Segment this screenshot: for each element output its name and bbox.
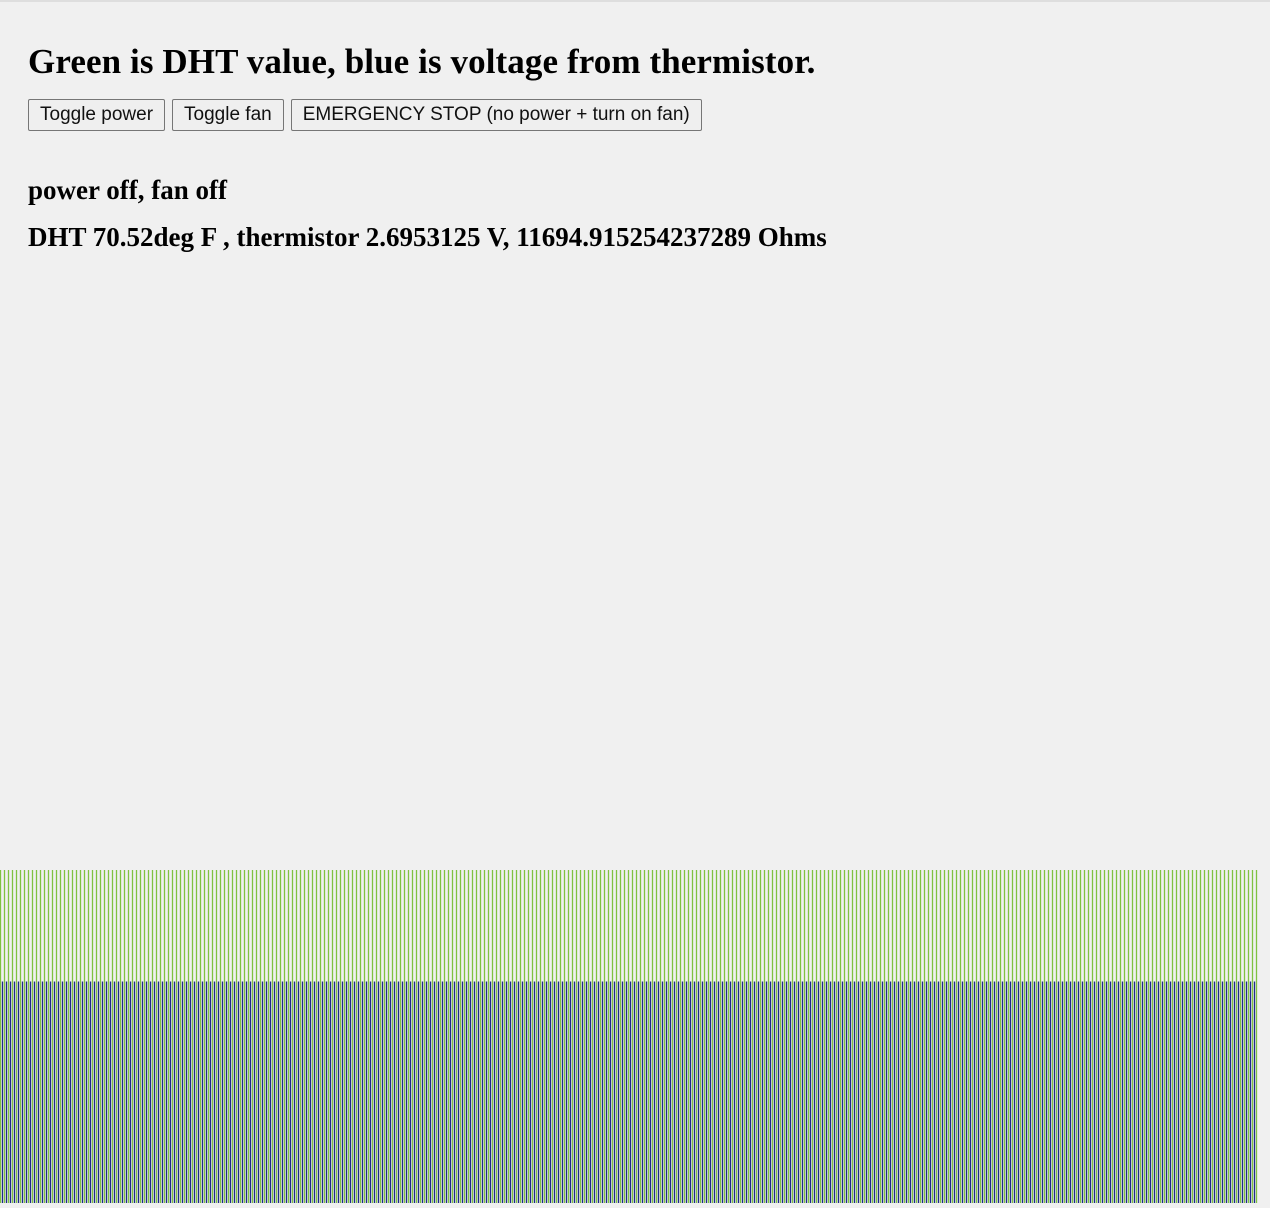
page-content: Green is DHT value, blue is voltage from…	[28, 40, 1270, 254]
window-top-border	[0, 0, 1270, 2]
history-graph	[0, 870, 1258, 1203]
power-fan-status: power off, fan off	[28, 175, 227, 205]
control-buttons: Toggle power Toggle fan EMERGENCY STOP (…	[28, 99, 1270, 131]
toggle-power-button[interactable]: Toggle power	[28, 99, 166, 131]
sensor-readings: DHT 70.52deg F , thermistor 2.6953125 V,…	[28, 222, 827, 252]
page-title: Green is DHT value, blue is voltage from…	[28, 42, 816, 81]
toggle-fan-button[interactable]: Toggle fan	[172, 99, 284, 131]
emergency-stop-button[interactable]: EMERGENCY STOP (no power + turn on fan)	[290, 99, 702, 131]
